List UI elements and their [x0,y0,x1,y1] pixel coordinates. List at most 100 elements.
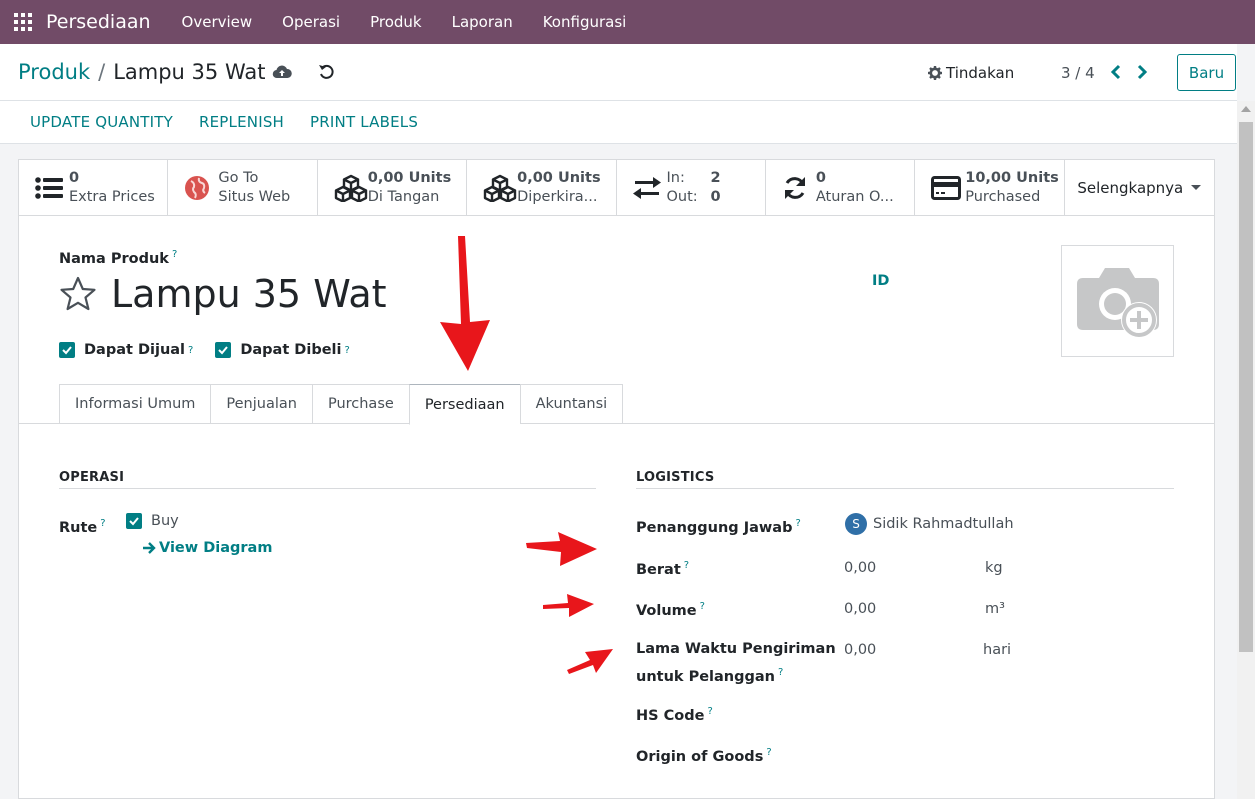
smart-value: 0,00 Units [367,169,452,186]
product-name-input[interactable]: Lampu 35 Wat [111,272,387,316]
volume-label-text: Volume [636,602,697,619]
smart-button-website[interactable]: Go To Situs Web [168,160,318,215]
breadcrumb: Produk / Lampu 35 Wat [18,60,265,84]
breadcrumb-current: Lampu 35 Wat [113,60,266,84]
new-button[interactable]: Baru [1177,54,1236,91]
tab-penjualan[interactable]: Penjualan [210,384,312,424]
can-be-purchased-checkbox[interactable]: Dapat Dibeli? [215,342,350,358]
apps-grid-icon[interactable] [14,13,32,31]
smart-value: 10,00 Units [965,169,1059,186]
weight-label: Berat? [636,554,689,582]
chevron-right-icon[interactable] [1134,61,1150,83]
checkbox-checked-icon[interactable] [59,342,75,358]
app-brand[interactable]: Persediaan [46,11,151,33]
chevron-left-icon[interactable] [1108,61,1124,83]
view-diagram-label: View Diagram [159,540,273,556]
discard-icon[interactable] [317,62,337,82]
product-name-label: Nama Produk? [59,249,177,267]
smart-label: Di Tangan [367,188,440,205]
in-value: 2 [710,169,721,186]
pager-value[interactable]: 3 / 4 [1061,64,1095,82]
star-favorite-icon[interactable] [59,276,97,312]
checkbox-checked-icon[interactable] [126,513,142,529]
smart-value: 0 [69,169,80,186]
lead-label-line-2: untuk Pelanggan [636,668,775,685]
tab-purchase[interactable]: Purchase [311,384,409,424]
tab-informasi-umum[interactable]: Informasi Umum [59,384,211,424]
smart-value: 0 [815,169,826,186]
origin-label-text: Origin of Goods [636,748,764,765]
can-be-sold-label: Dapat Dijual [84,342,186,358]
actions-dropdown[interactable]: Tindakan [928,64,1014,82]
statusbar: UPDATE QUANTITY REPLENISH PRINT LABELS [0,101,1237,144]
gear-icon [928,66,942,80]
smart-label: Purchased [965,188,1041,205]
route-label: Rute? [59,512,106,540]
nav-overview[interactable]: Overview [167,13,268,31]
credit-card-icon [931,175,962,200]
help-tooltip[interactable]: ? [795,518,800,529]
exchange-icon [632,176,661,199]
camera-add-icon [1076,268,1159,338]
responsible-field[interactable]: S Sidik Rahmadtullah [845,513,1014,535]
smart-button-on-hand[interactable]: 0,00 Units Di Tangan [318,160,468,215]
tab-akuntansi[interactable]: Akuntansi [519,384,624,424]
cubes-icon [334,174,367,202]
smart-button-in-out[interactable]: In: 2 Out: 0 [617,160,766,215]
help-tooltip[interactable]: ? [707,706,712,717]
nav-produk[interactable]: Produk [355,13,437,31]
more-dropdown[interactable]: Selengkapnya [1065,160,1214,215]
form-sheet: 0 Extra Prices Go To Situs Web 0,00 Unit… [18,159,1215,799]
customer-lead-time-label: Lama Waktu Pengiriman untuk Pelanggan? [636,637,836,689]
checkbox-checked-icon[interactable] [215,342,232,358]
nav-laporan[interactable]: Laporan [437,13,528,31]
responsible-label: Penanggung Jawab? [636,512,801,540]
customer-lead-time-input[interactable]: 0,00 [844,640,876,660]
help-tooltip[interactable]: ? [188,345,193,356]
volume-input[interactable]: 0,00 [844,599,876,619]
notebook-tabs: Informasi Umum Penjualan Purchase Persed… [59,384,624,425]
out-value: 0 [710,188,721,205]
route-label-text: Rute [59,519,98,536]
smart-value: 0,00 Units [517,169,601,186]
route-buy-checkbox[interactable]: Buy [126,513,179,529]
smart-label: Diperkira... [517,188,598,205]
view-diagram-link[interactable]: View Diagram [142,540,272,556]
responsible-name: Sidik Rahmadtullah [873,516,1014,532]
tab-persediaan[interactable]: Persediaan [408,384,520,425]
avatar: S [845,513,867,535]
smart-buttons: 0 Extra Prices Go To Situs Web 0,00 Unit… [19,160,1214,216]
caret-down-icon [1191,185,1202,190]
refresh-icon [784,176,805,199]
replenish-button[interactable]: REPLENISH [199,113,284,131]
section-title-logistics: LOGISTICS [636,470,715,485]
arrow-right-icon [143,542,156,554]
out-label: Out: [666,188,698,205]
nav-operasi[interactable]: Operasi [267,13,355,31]
smart-button-forecasted[interactable]: 0,00 Units Diperkira... [467,160,617,215]
cubes-icon [483,174,517,202]
section-rule [636,488,1174,489]
weight-input[interactable]: 0,00 [844,558,876,578]
print-labels-button[interactable]: PRINT LABELS [310,113,418,131]
scroll-up-arrow-icon[interactable] [1241,106,1251,112]
smart-button-reorder-rules[interactable]: 0 Aturan O... [766,160,916,215]
update-quantity-button[interactable]: UPDATE QUANTITY [30,113,173,131]
product-image-upload[interactable] [1061,245,1174,357]
help-tooltip[interactable]: ? [684,560,689,571]
help-tooltip[interactable]: ? [766,747,771,758]
help-tooltip[interactable]: ? [172,249,177,260]
smart-label: Situs Web [218,188,291,205]
hs-code-label-text: HS Code [636,707,705,724]
nav-konfigurasi[interactable]: Konfigurasi [528,13,642,31]
smart-button-extra-prices[interactable]: 0 Extra Prices [19,160,169,215]
help-tooltip[interactable]: ? [778,667,783,678]
help-tooltip[interactable]: ? [700,601,705,612]
scrollbar-thumb[interactable] [1239,122,1253,652]
help-tooltip[interactable]: ? [344,345,349,356]
help-tooltip[interactable]: ? [100,518,105,529]
breadcrumb-produk[interactable]: Produk [18,60,90,84]
cloud-save-icon[interactable] [272,62,292,82]
smart-button-purchased[interactable]: 10,00 Units Purchased [915,160,1065,215]
can-be-sold-checkbox[interactable]: Dapat Dijual? [59,342,193,358]
